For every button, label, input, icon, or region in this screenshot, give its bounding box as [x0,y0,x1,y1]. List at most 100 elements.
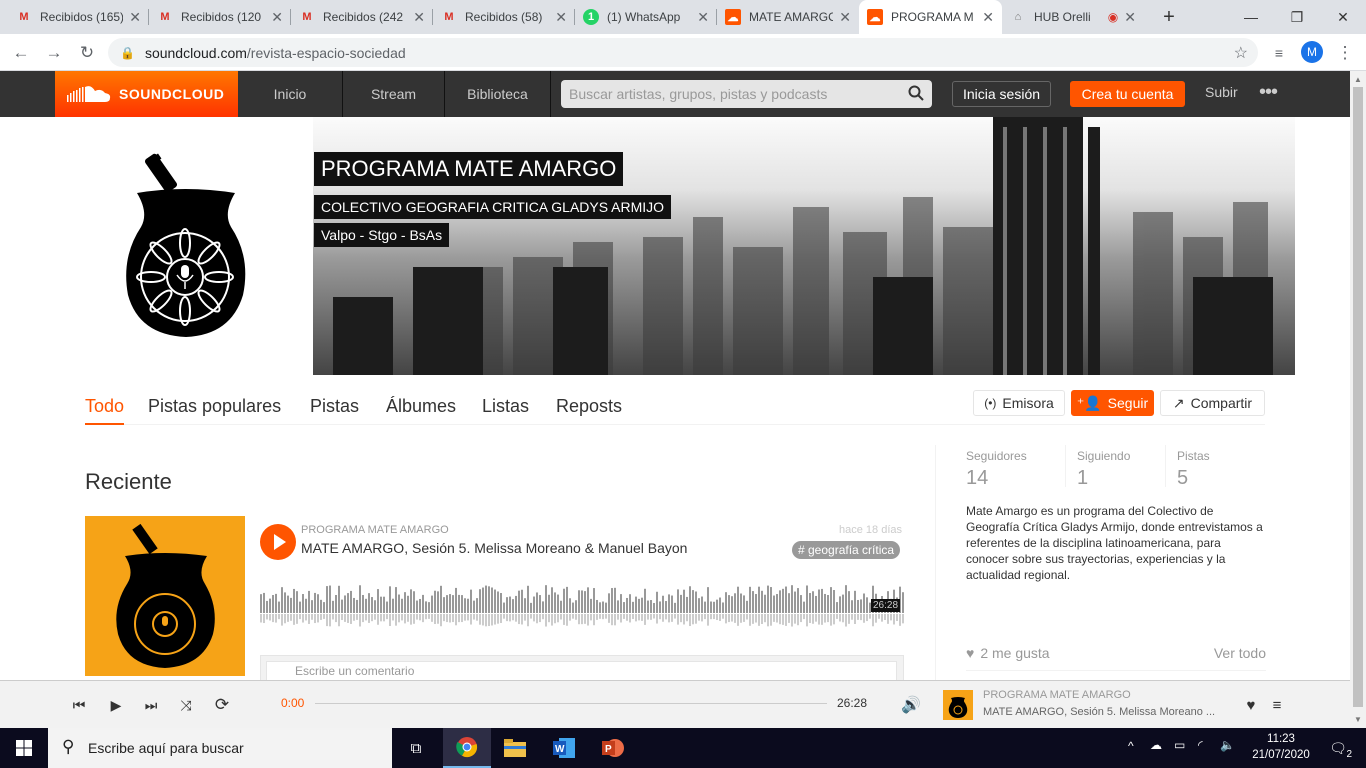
chevron-up-icon[interactable]: ^ [1128,739,1134,753]
task-view-icon[interactable]: ⧉ [392,728,440,768]
tab-title: (1) WhatsApp [607,10,681,24]
tab-pistas[interactable]: Pistas [310,396,359,417]
whatsapp-icon: 1 [583,9,599,25]
clock-time: 11:23 [1267,733,1295,745]
browser-tab[interactable]: 1 (1) WhatsApp ✕ [575,0,717,34]
back-arrow-icon[interactable]: ← [9,41,33,65]
browser-tab[interactable]: M Recibidos (165) ✕ [8,0,149,34]
close-icon[interactable]: ✕ [129,9,141,26]
restore-button[interactable]: ❐ [1274,0,1320,34]
browser-tab-active[interactable]: ☁ PROGRAMA M ✕ [859,0,1002,34]
search-input[interactable]: Buscar artistas, grupos, pistas y podcas… [561,80,932,108]
word-icon[interactable]: W [540,728,588,768]
previous-icon[interactable]: ⏮ [69,695,89,715]
now-playing-user[interactable]: PROGRAMA MATE AMARGO [983,689,1131,701]
likes-count[interactable]: 2 me gusta [980,645,1049,661]
next-icon[interactable]: ⏭ [141,695,161,715]
file-explorer-icon[interactable] [491,728,539,768]
signin-button[interactable]: Inicia sesión [952,81,1051,107]
create-account-button[interactable]: Crea tu cuenta [1070,81,1185,107]
scroll-up-icon[interactable]: ▲ [1354,75,1362,84]
profile-avatar[interactable]: M [1301,41,1323,63]
new-tab-button[interactable]: + [1146,0,1192,34]
volume-icon[interactable]: 🔊 [901,695,921,715]
url-path: /revista-espacio-sociedad [246,44,406,61]
tab-listas[interactable]: Listas [482,396,529,417]
play-button[interactable] [260,524,296,560]
soundcloud-cloud-icon [67,86,111,102]
reload-icon[interactable]: ↻ [75,41,99,65]
close-window-button[interactable]: ✕ [1320,0,1366,34]
scrollbar-thumb[interactable] [1353,87,1363,707]
profile-avatar-image [55,117,313,375]
more-options-icon[interactable]: ••• [1259,81,1278,104]
minimize-button[interactable]: — [1228,0,1274,34]
close-icon[interactable]: ✕ [271,9,283,26]
windows-start-button[interactable] [0,728,48,768]
repeat-icon[interactable]: ⟳ [212,695,232,715]
page-scrollbar[interactable]: ▲ ▼ [1350,71,1366,728]
url-field[interactable]: 🔒 soundcloud.com/revista-espacio-socieda… [108,38,1258,67]
share-button[interactable]: ↗ Compartir [1160,390,1265,416]
now-playing-thumb[interactable] [943,690,973,720]
like-heart-icon[interactable]: ♥ [1241,695,1261,715]
now-playing-title[interactable]: MATE AMARGO, Sesión 5. Melissa Moreano .… [983,706,1233,718]
taskbar-search[interactable]: ⚲ Escribe aquí para buscar [48,728,392,768]
close-icon[interactable]: ✕ [413,9,425,26]
gmail-icon: M [444,11,454,23]
tab-todo[interactable]: Todo [85,396,125,425]
queue-icon[interactable]: ≡ [1267,695,1287,715]
follow-button[interactable]: ⁺👤 Seguir [1071,390,1154,416]
forward-arrow-icon[interactable]: → [42,41,66,65]
media-queue-icon[interactable]: ≡ [1267,41,1291,65]
upload-link[interactable]: Subir [1205,84,1238,100]
nav-biblioteca[interactable]: Biblioteca [445,71,551,117]
stat-value: 14 [966,467,989,489]
close-icon[interactable]: ✕ [555,9,567,26]
onedrive-icon[interactable]: ☁ [1150,738,1162,752]
soundcloud-logo[interactable]: SOUNDCLOUD [55,71,238,117]
search-icon[interactable] [908,85,924,101]
notification-center-icon[interactable]: 🗨 2 [1318,728,1358,768]
close-icon[interactable]: ✕ [697,9,709,26]
tab-reposts[interactable]: Reposts [556,396,622,417]
track-cover-art[interactable] [85,516,245,676]
shuffle-icon[interactable]: ⤨ [176,695,196,715]
close-icon[interactable]: ✕ [982,9,994,26]
progress-bar[interactable] [315,703,827,704]
browser-tab[interactable]: ⌂ HUB Orelli ◉ ✕ [1002,0,1144,34]
stat-tracks[interactable]: Pistas 5 [1177,449,1210,490]
recording-icon: ◉ [1107,10,1119,24]
browser-tab[interactable]: M Recibidos (58) ✕ [433,0,575,34]
track-title[interactable]: MATE AMARGO, Sesión 5. Melissa Moreano &… [301,540,687,556]
tab-albumes[interactable]: Álbumes [386,396,456,417]
menu-kebab-icon[interactable]: ⋮ [1333,41,1357,65]
chrome-icon[interactable] [443,728,491,768]
close-icon[interactable]: ✕ [1124,9,1136,26]
track-tag[interactable]: # geografía crítica [792,541,901,559]
tab-pistas-populares[interactable]: Pistas populares [148,396,281,417]
wifi-icon[interactable]: ◜ [1198,738,1203,752]
track-user[interactable]: PROGRAMA MATE AMARGO [301,524,449,536]
close-icon[interactable]: ✕ [839,9,851,26]
speaker-icon[interactable]: 🔈 [1220,738,1235,752]
browser-tab[interactable]: M Recibidos (120 ✕ [149,0,291,34]
play-icon[interactable]: ▶ [106,695,126,715]
nav-inicio[interactable]: Inicio [238,71,343,117]
comment-input[interactable]: Escribe un comentario [266,661,897,680]
scroll-down-icon[interactable]: ▼ [1354,715,1362,724]
station-button[interactable]: (•) Emisora [973,390,1065,416]
stat-following[interactable]: Siguiendo 1 [1077,449,1130,490]
lock-icon: 🔒 [120,45,135,60]
browser-tab[interactable]: M Recibidos (242 ✕ [291,0,433,34]
nav-stream[interactable]: Stream [343,71,445,117]
waveform[interactable] [260,583,904,628]
powerpoint-icon[interactable]: P [589,728,637,768]
view-all-link[interactable]: Ver todo [1214,645,1266,661]
battery-icon[interactable]: ▭ [1174,738,1185,752]
track-date: hace 18 días [839,524,902,536]
browser-tab[interactable]: ☁ MATE AMARGO ✕ [717,0,859,34]
stat-followers[interactable]: Seguidores 14 [966,449,1027,490]
taskbar-clock[interactable]: 11:23 21/07/2020 [1248,731,1314,763]
bookmark-star-icon[interactable]: ☆ [1234,43,1248,63]
